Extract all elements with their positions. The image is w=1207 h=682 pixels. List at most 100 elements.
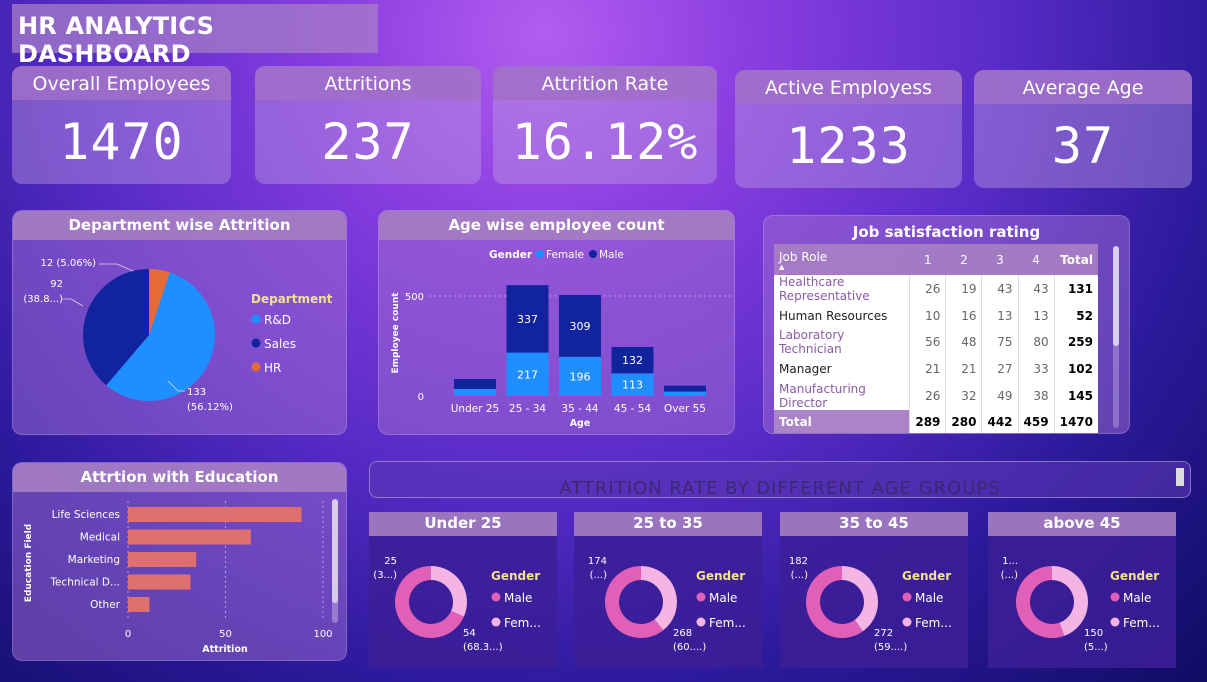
legend-dot-male: [1110, 592, 1120, 602]
job-satisfaction-table[interactable]: Job Role ▲ 1 2 3 4 Total Healthcare Repre…: [774, 244, 1098, 433]
table-row[interactable]: Human Resources 10 16 13 13 52: [774, 303, 1098, 329]
donut-card-under-25[interactable]: Under 25 25 (3...) 54 (68.3...) Gender Male Fe…: [369, 512, 557, 668]
kpi-value: 16.12%: [511, 113, 699, 171]
rating-cell: 13: [981, 303, 1019, 329]
legend-dot-male: [902, 592, 912, 602]
legend-title: Gender: [491, 569, 540, 583]
job-satisfaction-card[interactable]: Job satisfaction rating Job Role ▲ 1 2 3 …: [763, 215, 1130, 434]
data-label-male: 132: [622, 354, 643, 367]
column-header-total[interactable]: Total: [1054, 244, 1098, 275]
edu-bar[interactable]: [128, 597, 150, 612]
donut-data-label: 272: [874, 628, 893, 639]
job-role-cell: Laboratory Technician: [779, 328, 845, 357]
legend-label-female: Fem...: [709, 616, 746, 630]
table-header-row: Job Role ▲ 1 2 3 4 Total: [774, 244, 1098, 275]
legend-dot-female: [696, 617, 706, 627]
education-bar-chart[interactable]: Education Field Attrition 0 50 100 Life Sc…: [13, 463, 347, 661]
legend-dot-female: [902, 617, 912, 627]
total-label: Total: [774, 409, 910, 433]
rating-cell: 43: [981, 275, 1019, 303]
column-header-rating-3[interactable]: 3: [982, 244, 1018, 275]
column-header-rating-1[interactable]: 1: [910, 244, 946, 275]
donut-slice-female[interactable]: [842, 566, 878, 632]
row-total-cell: 102: [1053, 356, 1098, 382]
donut-chart-above-45[interactable]: 1... (...) 150 (5...) Gender Male Fem...: [988, 512, 1176, 668]
legend-dot-sales: [251, 338, 261, 348]
donut-data-label: (59....): [874, 642, 907, 653]
kpi-card-attrition-rate[interactable]: Attrition Rate 16.12%: [493, 66, 717, 184]
bar-over-55-male[interactable]: [664, 385, 706, 392]
legend-title: Gender: [902, 569, 951, 583]
rating-cell: 80: [1017, 328, 1055, 357]
donut-data-label: (60....): [673, 642, 706, 653]
donut-chart-25-to-35[interactable]: 174 (...) 268 (60....) Gender Male Fem...: [574, 512, 762, 668]
column-header-rating-4[interactable]: 4: [1018, 244, 1054, 275]
bar-under-25-female[interactable]: [454, 389, 496, 396]
legend-label-female: Female: [546, 249, 584, 261]
y-tick-label: Medical: [80, 532, 120, 544]
donut-slice-female[interactable]: [431, 566, 467, 617]
kpi-card-overall-employees[interactable]: Overall Employees 1470: [12, 66, 231, 184]
table-row[interactable]: Laboratory Technician 56 48 75 80 259: [774, 328, 1098, 357]
banner-scroll-handle[interactable]: [1176, 468, 1184, 486]
rating-cell: 49: [981, 381, 1019, 410]
edu-bar[interactable]: [128, 529, 251, 545]
legend-title: Gender: [489, 249, 533, 261]
y-tick-label: Life Sciences: [52, 509, 120, 521]
data-label-female: 196: [570, 370, 591, 383]
scrollbar-thumb[interactable]: [1113, 246, 1119, 346]
edu-bar[interactable]: [128, 552, 197, 567]
legend-dot-female: [536, 250, 544, 258]
donut-chart-35-to-45[interactable]: 182 (...) 272 (59....) Gender Male Fem...: [780, 512, 968, 668]
table-row[interactable]: Healthcare Representative 26 19 43 43 131: [774, 275, 1098, 303]
table-row[interactable]: Manager 21 21 27 33 102: [774, 356, 1098, 382]
legend-label-male: Male: [599, 249, 624, 261]
column-header-rating-2[interactable]: 2: [946, 244, 982, 275]
kpi-card-active-employees[interactable]: Active Employess 1233: [735, 70, 962, 188]
legend-title: Gender: [696, 569, 745, 583]
pie-data-label-sales: 92: [50, 279, 63, 290]
age-employee-count-card[interactable]: Age wise employee count Gender Female Ma…: [378, 210, 735, 435]
edu-bar[interactable]: [128, 507, 302, 522]
donut-card-25-to-35[interactable]: 25 to 35 174 (...) 268 (60....) Gender Male Fe…: [574, 512, 762, 668]
age-groups-banner: ATTRITION RATE BY DIFFERENT AGE GROUPS: [369, 461, 1191, 498]
legend-label-sales: Sales: [264, 337, 296, 351]
donut-card-35-to-45[interactable]: 35 to 45 182 (...) 272 (59....) Gender Male Fe…: [780, 512, 968, 668]
rating-cell: 26: [909, 275, 946, 303]
donut-data-label: 182: [789, 556, 808, 567]
department-attrition-card[interactable]: Department wise Attrition 12 (5.06%) 92 …: [12, 210, 347, 435]
donut-slice-female[interactable]: [641, 566, 677, 631]
table-row[interactable]: Manufacturing Director 26 32 49 38 145: [774, 381, 1098, 410]
rating-cell: 38: [1017, 381, 1055, 410]
donut-data-label: (3...): [373, 570, 397, 581]
bar-under-25-male[interactable]: [454, 379, 496, 389]
rating-cell: 33: [1017, 356, 1055, 382]
rating-cell: 16: [945, 303, 982, 329]
y-axis-label: Education Field: [24, 524, 34, 602]
age-stacked-bar-chart[interactable]: Gender Female Male 500 0 Employee count …: [379, 211, 735, 435]
data-label-female: 113: [622, 379, 643, 392]
legend-label-hr: HR: [264, 361, 281, 375]
row-total-cell: 52: [1053, 303, 1098, 329]
bar-over-55-female[interactable]: [664, 391, 706, 396]
donut-chart-under-25[interactable]: 25 (3...) 54 (68.3...) Gender Male Fem...: [369, 512, 557, 668]
donut-card-above-45[interactable]: above 45 1... (...) 150 (5...) Gender Male Fem…: [988, 512, 1176, 668]
kpi-card-average-age[interactable]: Average Age 37: [974, 70, 1192, 188]
rating-cell: 26: [909, 381, 946, 410]
rating-cell: 21: [945, 356, 982, 382]
pie-data-label-sales-pct: (38.8...): [23, 294, 63, 305]
legend-label-rd: R&D: [264, 313, 291, 327]
donut-data-label: 54: [463, 628, 476, 639]
pie-data-label-rd: 133: [187, 387, 206, 398]
scrollbar-thumb[interactable]: [332, 499, 338, 603]
department-pie-chart[interactable]: 12 (5.06%) 92 (38.8...) 133 (56.12%) Dep…: [13, 211, 347, 435]
rating-cell: 21: [909, 356, 946, 382]
total-cell: 289: [909, 409, 946, 433]
kpi-card-attritions[interactable]: Attritions 237: [255, 66, 481, 184]
education-attrition-card[interactable]: Attrtion with Education Education Field …: [12, 462, 347, 661]
column-header-job-role[interactable]: Job Role ▲: [774, 244, 910, 275]
y-tick-label: Technical D...: [49, 577, 120, 589]
rating-cell: 19: [945, 275, 982, 303]
table-scrollbar[interactable]: [1113, 246, 1119, 428]
edu-bar[interactable]: [128, 574, 191, 590]
